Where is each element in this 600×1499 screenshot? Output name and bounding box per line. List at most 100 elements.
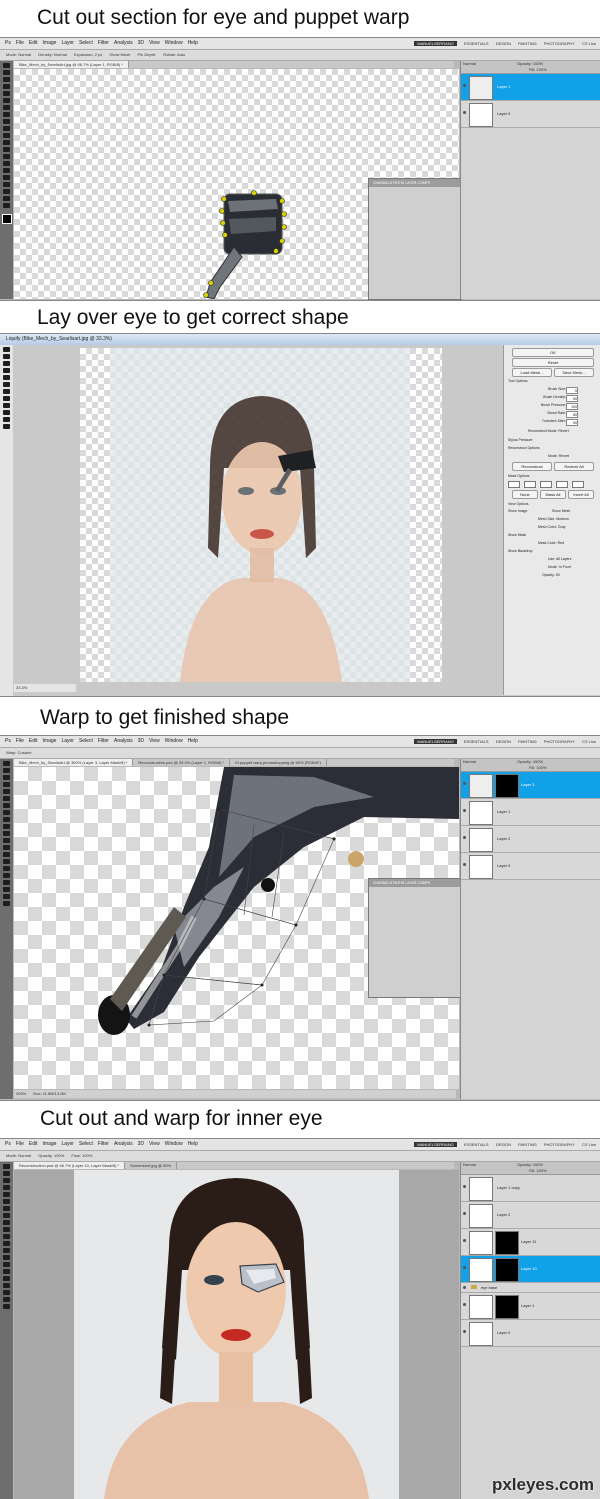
menu-item[interactable]: Analysis bbox=[114, 736, 133, 747]
menu-item[interactable]: File bbox=[16, 38, 24, 49]
visibility-eye-icon[interactable] bbox=[463, 1330, 466, 1333]
visibility-eye-icon[interactable] bbox=[463, 1185, 466, 1188]
menu-item[interactable]: View bbox=[149, 736, 160, 747]
blend-mode-select[interactable]: Normal bbox=[463, 759, 476, 764]
3d-rotate-icon[interactable] bbox=[3, 1290, 10, 1295]
stylus-pressure-checkbox[interactable]: Stylus Pressure bbox=[508, 437, 596, 444]
layer-row[interactable]: Layer 1 bbox=[461, 74, 600, 101]
workspace-design[interactable]: DESIGN bbox=[496, 1142, 511, 1147]
cs-live[interactable]: CS Live bbox=[582, 739, 596, 744]
workspace-essentials[interactable]: ESSENTIALS bbox=[464, 1142, 489, 1147]
menu-item[interactable]: File bbox=[16, 1139, 24, 1150]
menu-item[interactable]: Filter bbox=[98, 736, 109, 747]
freeze-mask-tool-icon[interactable] bbox=[3, 403, 10, 408]
zoom-tool-icon[interactable] bbox=[3, 901, 10, 906]
workspace-active[interactable]: MANUELSERRANO bbox=[414, 41, 457, 46]
tab-layer-comps[interactable]: LAYER COMPS bbox=[405, 881, 430, 885]
eyedropper-tool-icon[interactable] bbox=[3, 1199, 10, 1204]
crop-tool-icon[interactable] bbox=[3, 1192, 10, 1197]
turbulence-tool-icon[interactable] bbox=[3, 396, 10, 401]
type-tool-icon[interactable] bbox=[3, 866, 10, 871]
eraser-tool-icon[interactable] bbox=[3, 133, 10, 138]
visibility-eye-icon[interactable] bbox=[463, 836, 466, 839]
mask-mode-icons[interactable] bbox=[508, 481, 596, 488]
pen-tool-icon[interactable] bbox=[3, 1262, 10, 1267]
menu-item[interactable]: Layer bbox=[61, 736, 74, 747]
tab-channels[interactable]: CHANNELS bbox=[373, 181, 392, 185]
load-mesh-button[interactable]: Load Mesh... bbox=[512, 368, 552, 377]
backdrop-opacity-input[interactable]: 50 bbox=[556, 573, 560, 577]
show-mesh-checkbox[interactable]: Show Mesh bbox=[552, 508, 592, 515]
workspace-photography[interactable]: PHOTOGRAPHY bbox=[544, 739, 575, 744]
layer-mask-thumbnail[interactable] bbox=[495, 1258, 519, 1282]
workspace-essentials[interactable]: ESSENTIALS bbox=[464, 41, 489, 46]
history-brush-icon[interactable] bbox=[3, 1227, 10, 1232]
layer-row[interactable]: Layer 11 bbox=[461, 1229, 600, 1256]
option-rotate[interactable]: Rotate: Auto bbox=[163, 52, 185, 57]
menu-item[interactable]: 3D bbox=[138, 1139, 144, 1150]
save-mesh-button[interactable]: Save Mesh... bbox=[554, 368, 594, 377]
menu-item[interactable]: Filter bbox=[98, 1139, 109, 1150]
show-image-checkbox[interactable]: Show Image bbox=[508, 508, 548, 515]
menu-item[interactable]: Help bbox=[188, 38, 198, 49]
twirl-tool-icon[interactable] bbox=[3, 361, 10, 366]
eraser-tool-icon[interactable] bbox=[3, 831, 10, 836]
tab-channels[interactable]: CHANNELS bbox=[373, 881, 392, 885]
fill-value[interactable]: 100% bbox=[536, 1168, 546, 1173]
layer-row[interactable]: Layer 2 bbox=[461, 826, 600, 853]
history-brush-icon[interactable] bbox=[3, 824, 10, 829]
color-swatches-icon[interactable] bbox=[2, 214, 12, 224]
visibility-eye-icon[interactable] bbox=[463, 1266, 466, 1269]
cs-live[interactable]: CS Live bbox=[582, 41, 596, 46]
layer-row[interactable]: Layer 1 bbox=[461, 799, 600, 826]
gradient-tool-icon[interactable] bbox=[3, 140, 10, 145]
option-expansion[interactable]: Expansion: 2 px bbox=[74, 52, 102, 57]
reconstruct-button[interactable]: Reconstruct bbox=[512, 462, 552, 471]
document-tab[interactable]: Kl.puppet warp.photoshopping @ 50% (RGB/… bbox=[230, 759, 327, 766]
hand-tool-icon[interactable] bbox=[3, 196, 10, 201]
document-tab[interactable]: Bike_Mech_by_SearlisArt.jpg @ 66.7% (Lay… bbox=[14, 61, 129, 68]
brush-tool-icon[interactable] bbox=[3, 810, 10, 815]
3d-rotate-icon[interactable] bbox=[3, 887, 10, 892]
menu-item[interactable]: Ps bbox=[5, 736, 11, 747]
path-select-icon[interactable] bbox=[3, 1276, 10, 1281]
workspace-design[interactable]: DESIGN bbox=[496, 41, 511, 46]
layer-row[interactable]: Layer 10 bbox=[461, 1256, 600, 1283]
fill-value[interactable]: 100% bbox=[536, 67, 546, 72]
shape-tool-icon[interactable] bbox=[3, 182, 10, 187]
clone-tool-icon[interactable] bbox=[3, 1220, 10, 1225]
layer-row[interactable]: Layer 0 bbox=[461, 1320, 600, 1347]
show-mask-checkbox[interactable]: Show Mask bbox=[508, 532, 596, 539]
zoom-level[interactable]: 300% bbox=[16, 1091, 26, 1096]
layer-row[interactable]: Layer 1 copy bbox=[461, 1175, 600, 1202]
quick-select-tool-icon[interactable] bbox=[3, 782, 10, 787]
crop-tool-icon[interactable] bbox=[3, 91, 10, 96]
option-density[interactable]: Density: Normal bbox=[38, 52, 66, 57]
menu-item[interactable]: Select bbox=[79, 1139, 93, 1150]
eyedropper-tool-icon[interactable] bbox=[3, 98, 10, 103]
zoom-tool-icon[interactable] bbox=[3, 203, 10, 208]
menu-item[interactable]: 3D bbox=[138, 38, 144, 49]
dodge-tool-icon[interactable] bbox=[3, 852, 10, 857]
liquify-canvas[interactable] bbox=[80, 348, 442, 682]
pen-tool-icon[interactable] bbox=[3, 161, 10, 166]
marquee-tool-icon[interactable] bbox=[3, 1171, 10, 1176]
workspace-painting[interactable]: PAINTING bbox=[518, 1142, 537, 1147]
lasso-tool-icon[interactable] bbox=[3, 77, 10, 82]
mask-color-select[interactable]: Red bbox=[558, 541, 564, 545]
crop-tool-icon[interactable] bbox=[3, 789, 10, 794]
dodge-tool-icon[interactable] bbox=[3, 1255, 10, 1260]
lasso-tool-icon[interactable] bbox=[3, 775, 10, 780]
tab-paths[interactable]: PATHS bbox=[393, 881, 404, 885]
menu-item[interactable]: Analysis bbox=[114, 38, 133, 49]
history-brush-icon[interactable] bbox=[3, 126, 10, 131]
hand-tool-icon[interactable] bbox=[3, 1297, 10, 1302]
mode-select[interactable]: Revert bbox=[559, 454, 569, 458]
visibility-eye-icon[interactable] bbox=[463, 1239, 466, 1242]
opacity-value[interactable]: 100% bbox=[533, 61, 543, 66]
ok-button[interactable]: OK bbox=[512, 348, 594, 357]
quick-select-tool-icon[interactable] bbox=[3, 1185, 10, 1190]
clone-tool-icon[interactable] bbox=[3, 119, 10, 124]
forward-warp-tool-icon[interactable] bbox=[3, 347, 10, 352]
path-select-icon[interactable] bbox=[3, 175, 10, 180]
